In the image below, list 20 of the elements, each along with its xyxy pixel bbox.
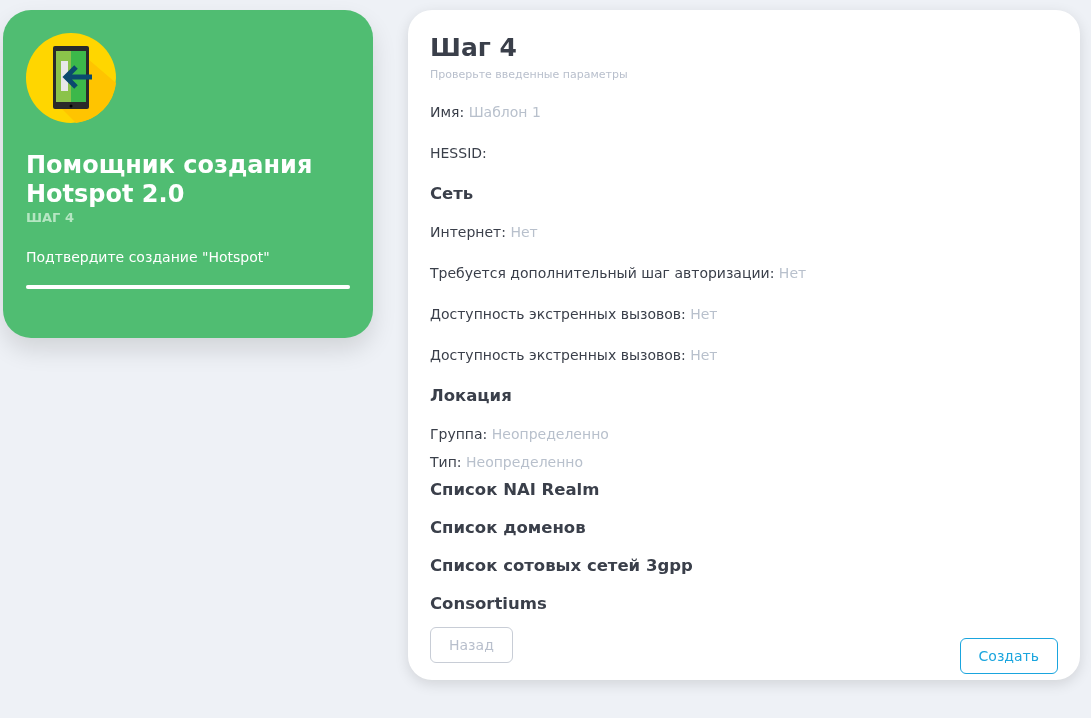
field-text: Интернет: Нет — [430, 223, 539, 242]
field-text: HESSID: — [430, 144, 488, 163]
section-heading: Consortiums — [430, 593, 548, 615]
wizard-title: Помощник создания Hotspot 2.0 — [26, 151, 314, 209]
create-button[interactable]: Создать — [959, 638, 1058, 674]
section-heading: Сеть — [430, 183, 475, 205]
field-text: Тип: Неопределенно — [430, 453, 585, 472]
field-text: Доступность экстренных вызовов: Нет — [430, 305, 719, 324]
section-heading: Список NAI Realm — [430, 479, 601, 501]
panel-subtitle: Проверьте введенные параметры — [430, 68, 629, 81]
step-label: ШАГ 4 — [26, 210, 75, 225]
field-text: Доступность экстренных вызовов: Нет — [430, 346, 719, 365]
section-heading: Список доменов — [430, 517, 587, 539]
field-text: Требуется дополнительный шаг авторизации: Нет — [430, 264, 808, 283]
field-text: Группа: Неопределенно — [430, 425, 610, 444]
section-heading: Список сотовых сетей 3gpp — [430, 555, 694, 577]
section-heading: Локация — [430, 385, 513, 407]
field-text: Имя: Шаблон 1 — [430, 103, 542, 122]
panel-title: Шаг 4 — [430, 32, 518, 64]
wizard-description: Подтвердите создание "Hotspot" — [26, 249, 271, 265]
